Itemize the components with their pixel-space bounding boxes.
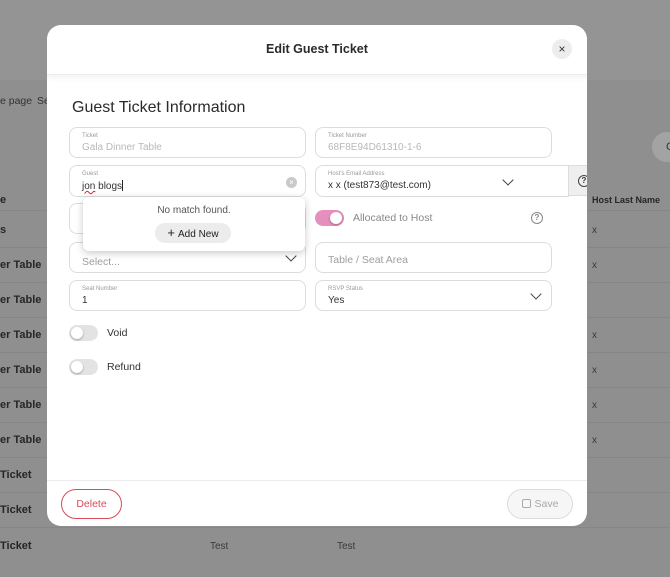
save-button[interactable]: Save [507,489,573,519]
ticket-number-value: 68F8E94D61310-1-6 [328,142,422,153]
column-header: e [0,194,7,206]
chevron-down-icon [530,288,542,300]
table-row: Ticket [0,540,32,552]
chevron-down-icon [285,250,297,262]
guest-input[interactable]: Guest jon blogs × [69,165,306,197]
seat-number-field[interactable]: Seat Number 1 [69,280,306,311]
rsvp-status-label: RSVP Status [328,286,363,292]
clear-icon[interactable]: × [286,177,297,188]
host-email-label: Host's Email Address [328,171,385,177]
edit-guest-ticket-modal: Edit Guest Ticket × Guest Ticket Informa… [47,25,587,526]
background-circle-button: C [652,132,670,162]
table-row: er Table [0,364,42,376]
ticket-number-label: Ticket Number [328,133,367,139]
delete-button[interactable]: Delete [61,489,122,519]
modal-title: Edit Guest Ticket [266,42,368,56]
footer-divider [47,480,587,481]
close-button[interactable]: × [552,39,572,59]
modal-header: Edit Guest Ticket × [47,25,587,75]
table-row: Ticket [0,469,32,481]
table-row: s [0,224,7,236]
guest-label: Guest [82,171,99,177]
ticket-field[interactable]: Ticket Gala Dinner Table [69,127,306,158]
save-icon [521,499,531,508]
no-match-text: No match found. [157,205,231,216]
rsvp-status-value: Yes [328,295,345,306]
table-row: Ticket [0,504,32,516]
allocated-to-host-label: Allocated to Host [353,212,433,224]
column-header-host-last-name: Host Last Name [592,195,661,205]
refund-label: Refund [107,361,141,373]
guest-value: jon blogs [82,180,124,192]
table-row: er Table [0,434,42,446]
save-label: Save [534,498,559,510]
help-icon[interactable]: ? [531,212,543,224]
select-placeholder: Select... [82,256,120,268]
table-seat-area-placeholder: Table / Seat Area [328,254,408,266]
help-button[interactable]: ? [568,165,587,196]
rsvp-status-select[interactable]: RSVP Status Yes [315,280,552,311]
refund-toggle[interactable] [69,359,98,375]
guest-suggestions-dropdown: No match found. + Add New [83,197,305,251]
table-row: er Table [0,329,42,341]
chevron-down-icon [502,174,514,186]
close-icon: × [558,42,566,56]
host-email-value: x x (test873@test.com) [328,180,431,191]
table-row: er Table [0,399,42,411]
ticket-value: Gala Dinner Table [82,142,162,153]
breadcrumb: e page [0,95,33,107]
allocated-to-host-toggle[interactable] [315,210,344,226]
section-title: Guest Ticket Information [72,99,246,116]
table-seat-area-field[interactable]: Table / Seat Area [315,242,552,273]
void-label: Void [107,327,128,339]
help-icon: ? [578,175,587,187]
ticket-label: Ticket [82,133,98,139]
plus-icon: + [167,225,175,240]
table-row: er Table [0,259,42,271]
seat-number-value: 1 [82,295,88,306]
void-toggle[interactable] [69,325,98,341]
seat-number-label: Seat Number [82,286,118,292]
add-new-button[interactable]: + Add New [155,223,231,243]
host-email-select[interactable]: Host's Email Address x x (test873@test.c… [315,165,569,197]
table-row: er Table [0,294,42,306]
ticket-number-field[interactable]: Ticket Number 68F8E94D61310-1-6 [315,127,552,158]
